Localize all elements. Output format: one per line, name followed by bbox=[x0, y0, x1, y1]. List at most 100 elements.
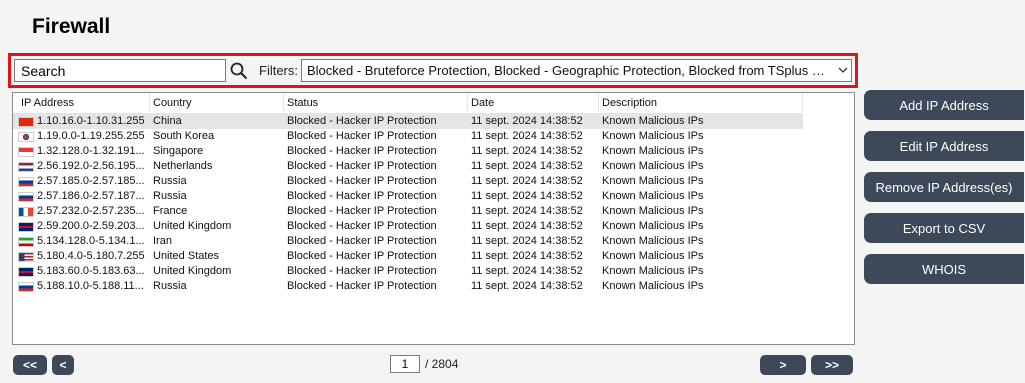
table-row[interactable]: 5.134.128.0-5.134.1... Iran Blocked - Hack… bbox=[13, 234, 803, 249]
filters-label: Filters: bbox=[259, 63, 298, 78]
cell-ip-address: 2.57.232.0-2.57.235... bbox=[37, 205, 145, 217]
cell-ip-address: 1.32.128.0-1.32.191... bbox=[37, 145, 145, 157]
next-page-button[interactable]: > bbox=[760, 355, 806, 375]
table-row[interactable]: 1.32.128.0-1.32.191... Singapore Blocked -… bbox=[13, 144, 803, 159]
column-header-ip[interactable]: IP Address bbox=[21, 97, 74, 109]
cell-date: 11 sept. 2024 14:38:52 bbox=[471, 115, 583, 127]
cell-description: Known Malicious IPs bbox=[602, 235, 704, 247]
column-header-country[interactable]: Country bbox=[153, 97, 192, 109]
france-flag-icon bbox=[18, 207, 34, 217]
cell-country: United States bbox=[153, 250, 220, 262]
cell-description: Known Malicious IPs bbox=[602, 115, 704, 127]
russia-flag-icon bbox=[18, 192, 34, 202]
cell-status: Blocked - Hacker IP Protection bbox=[287, 115, 437, 127]
table-row[interactable]: 2.57.232.0-2.57.235... France Blocked - Ha… bbox=[13, 204, 803, 219]
table-row[interactable]: 5.183.60.0-5.183.63... United Kingdom Bloc… bbox=[13, 264, 803, 279]
table-header: IP Address Country Status Date Descripti… bbox=[13, 93, 803, 114]
table-row[interactable]: 2.56.192.0-2.56.195... Netherlands Blocked… bbox=[13, 159, 803, 174]
russia-flag-icon bbox=[18, 282, 34, 292]
cell-description: Known Malicious IPs bbox=[602, 280, 704, 292]
cell-ip-address: 2.56.192.0-2.56.195... bbox=[37, 160, 145, 172]
cell-country: Iran bbox=[153, 235, 172, 247]
iran-flag-icon bbox=[18, 237, 34, 247]
china-flag-icon bbox=[18, 117, 34, 127]
cell-ip-address: 2.59.200.0-2.59.203... bbox=[37, 220, 145, 232]
last-page-button[interactable]: >> bbox=[811, 355, 853, 375]
cell-status: Blocked - Hacker IP Protection bbox=[287, 280, 437, 292]
cell-country: France bbox=[153, 205, 188, 217]
table-row[interactable]: 2.57.186.0-2.57.187... Russia Blocked - Ha… bbox=[13, 189, 803, 204]
cell-status: Blocked - Hacker IP Protection bbox=[287, 205, 437, 217]
cell-description: Known Malicious IPs bbox=[602, 130, 704, 142]
cell-description: Known Malicious IPs bbox=[602, 220, 704, 232]
whois-button[interactable]: WHOIS bbox=[864, 254, 1024, 284]
russia-flag-icon bbox=[18, 177, 34, 187]
united-kingdom-flag-icon bbox=[18, 267, 34, 277]
cell-date: 11 sept. 2024 14:38:52 bbox=[471, 250, 583, 262]
cell-description: Known Malicious IPs bbox=[602, 145, 704, 157]
cell-description: Known Malicious IPs bbox=[602, 175, 704, 187]
cell-date: 11 sept. 2024 14:38:52 bbox=[471, 265, 583, 277]
cell-country: Singapore bbox=[153, 145, 204, 157]
column-header-status[interactable]: Status bbox=[287, 97, 318, 109]
cell-date: 11 sept. 2024 14:38:52 bbox=[471, 205, 583, 217]
cell-date: 11 sept. 2024 14:38:52 bbox=[471, 220, 583, 232]
cell-status: Blocked - Hacker IP Protection bbox=[287, 160, 437, 172]
cell-date: 11 sept. 2024 14:38:52 bbox=[471, 235, 583, 247]
cell-ip-address: 5.134.128.0-5.134.1... bbox=[37, 235, 145, 247]
chevron-down-icon bbox=[834, 60, 851, 81]
united-states-flag-icon bbox=[18, 252, 34, 262]
column-header-description[interactable]: Description bbox=[602, 97, 657, 109]
previous-page-button[interactable]: < bbox=[52, 355, 74, 375]
search-icon bbox=[230, 62, 248, 79]
column-header-date[interactable]: Date bbox=[471, 97, 494, 109]
cell-date: 11 sept. 2024 14:38:52 bbox=[471, 175, 583, 187]
table-body: 1.10.16.0-1.10.31.255 China Blocked - Hack… bbox=[13, 114, 854, 294]
cell-status: Blocked - Hacker IP Protection bbox=[287, 145, 437, 157]
cell-country: Russia bbox=[153, 280, 187, 292]
page-number-input[interactable] bbox=[390, 355, 420, 373]
table-row[interactable]: 5.180.4.0-5.180.7.255 United States Blocke… bbox=[13, 249, 803, 264]
table-row[interactable]: 1.10.16.0-1.10.31.255 China Blocked - Hack… bbox=[13, 114, 803, 129]
cell-status: Blocked - Hacker IP Protection bbox=[287, 235, 437, 247]
singapore-flag-icon bbox=[18, 147, 34, 157]
cell-ip-address: 5.183.60.0-5.183.63... bbox=[37, 265, 145, 277]
remove-ip-addresses-button[interactable]: Remove IP Address(es) bbox=[864, 172, 1024, 202]
search-input[interactable] bbox=[14, 59, 226, 82]
cell-status: Blocked - Hacker IP Protection bbox=[287, 220, 437, 232]
cell-date: 11 sept. 2024 14:38:52 bbox=[471, 130, 583, 142]
cell-ip-address: 2.57.185.0-2.57.185... bbox=[37, 175, 145, 187]
cell-country: Netherlands bbox=[153, 160, 213, 172]
netherlands-flag-icon bbox=[18, 162, 34, 172]
south-korea-flag-icon bbox=[18, 132, 34, 142]
table-row[interactable]: 5.188.10.0-5.188.11... Russia Blocked - Ha… bbox=[13, 279, 803, 294]
cell-country: United Kingdom bbox=[153, 265, 232, 277]
table-row[interactable]: 2.59.200.0-2.59.203... United Kingdom Bloc… bbox=[13, 219, 803, 234]
add-ip-address-button[interactable]: Add IP Address bbox=[864, 90, 1024, 120]
cell-country: South Korea bbox=[153, 130, 215, 142]
cell-status: Blocked - Hacker IP Protection bbox=[287, 130, 437, 142]
cell-ip-address: 5.180.4.0-5.180.7.255 bbox=[37, 250, 145, 262]
cell-description: Known Malicious IPs bbox=[602, 265, 704, 277]
cell-status: Blocked - Hacker IP Protection bbox=[287, 265, 437, 277]
cell-country: Russia bbox=[153, 190, 187, 202]
cell-status: Blocked - Hacker IP Protection bbox=[287, 175, 437, 187]
first-page-button[interactable]: << bbox=[13, 355, 47, 375]
united-kingdom-flag-icon bbox=[18, 222, 34, 232]
cell-description: Known Malicious IPs bbox=[602, 160, 704, 172]
cell-date: 11 sept. 2024 14:38:52 bbox=[471, 160, 583, 172]
cell-country: United Kingdom bbox=[153, 220, 232, 232]
ip-table: IP Address Country Status Date Descripti… bbox=[12, 92, 855, 345]
filters-selected-value: Blocked - Bruteforce Protection, Blocked… bbox=[307, 63, 825, 78]
filters-dropdown[interactable]: Blocked - Bruteforce Protection, Blocked… bbox=[301, 59, 852, 82]
export-to-csv-button[interactable]: Export to CSV bbox=[864, 213, 1024, 243]
edit-ip-address-button[interactable]: Edit IP Address bbox=[864, 131, 1024, 161]
cell-country: Russia bbox=[153, 175, 187, 187]
table-row[interactable]: 2.57.185.0-2.57.185... Russia Blocked - Ha… bbox=[13, 174, 803, 189]
page-title: Firewall bbox=[32, 15, 111, 38]
filter-bar: Filters: Blocked - Bruteforce Protection… bbox=[8, 53, 858, 88]
table-row[interactable]: 1.19.0.0-1.19.255.255 South Korea Blocked … bbox=[13, 129, 803, 144]
search-button[interactable] bbox=[228, 59, 250, 82]
cell-ip-address: 1.10.16.0-1.10.31.255 bbox=[37, 115, 145, 127]
cell-date: 11 sept. 2024 14:38:52 bbox=[471, 190, 583, 202]
